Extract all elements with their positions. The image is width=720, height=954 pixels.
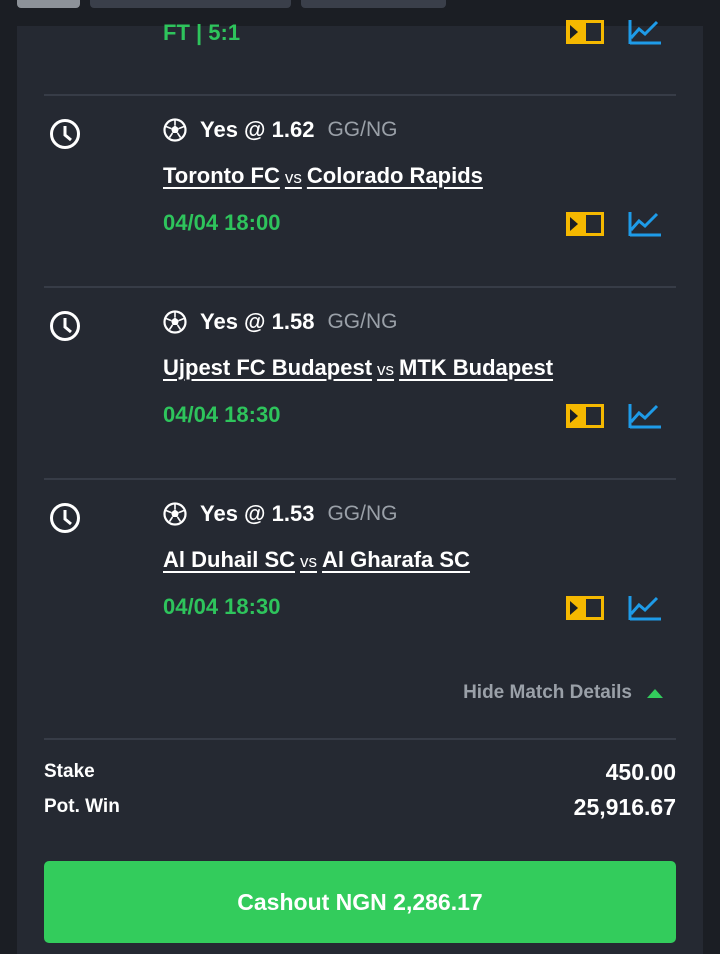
- stats-icon[interactable]: [627, 592, 663, 622]
- vs-label: vs: [300, 552, 318, 571]
- match-datetime: 04/04 18:30: [163, 402, 281, 427]
- away-team: Colorado Rapids: [306, 163, 483, 188]
- divider: [44, 286, 676, 288]
- clock-icon: [50, 311, 80, 341]
- market-label: GG/NG: [327, 118, 398, 141]
- stats-icon[interactable]: [627, 208, 663, 238]
- caret-up-icon: [647, 689, 663, 698]
- pick-label: Yes @ 1.58: [200, 309, 315, 334]
- home-team: Ujpest FC Budapest: [163, 355, 373, 380]
- market-label: GG/NG: [327, 502, 398, 525]
- match-link[interactable]: Al Duhail SC vs Al Gharafa SC: [163, 547, 470, 577]
- pick-label: Yes @ 1.62: [200, 117, 315, 142]
- divider: [44, 94, 676, 96]
- pot-win-label: Pot. Win: [44, 796, 120, 817]
- market-label: GG/NG: [327, 310, 398, 333]
- tab-stub-1[interactable]: [17, 0, 80, 8]
- away-team: MTK Budapest: [399, 355, 554, 380]
- live-tv-icon[interactable]: [566, 596, 604, 620]
- match-link[interactable]: Toronto FC vs Colorado Rapids: [163, 163, 483, 193]
- live-tv-icon[interactable]: [566, 20, 604, 44]
- away-team: Al Gharafa SC: [322, 547, 470, 572]
- match-datetime: 04/04 18:00: [163, 210, 281, 235]
- match-link[interactable]: Ujpest FC Budapest vs MTK Budapest: [163, 355, 553, 385]
- vs-label: vs: [284, 168, 302, 187]
- match-result: FT | 5:1: [163, 20, 241, 45]
- pot-win-value: 25,916.67: [573, 794, 676, 820]
- divider: [44, 738, 676, 740]
- home-team: Toronto FC: [163, 163, 280, 188]
- pick-label: Yes @ 1.53: [200, 501, 315, 526]
- clock-icon: [50, 119, 80, 149]
- top-tab-bar: [0, 0, 720, 26]
- vs-label: vs: [377, 360, 395, 379]
- live-tv-icon[interactable]: [566, 404, 604, 428]
- stake-label: Stake: [44, 761, 95, 782]
- divider: [44, 478, 676, 480]
- stats-icon[interactable]: [627, 16, 663, 46]
- cashout-button[interactable]: Cashout NGN 2,286.17: [44, 861, 676, 943]
- clock-icon: [50, 503, 80, 533]
- tab-stub-3[interactable]: [301, 0, 446, 8]
- soccer-ball-icon: [163, 118, 187, 142]
- match-datetime: 04/04 18:30: [163, 594, 281, 619]
- hide-match-details-toggle[interactable]: Hide Match Details: [463, 682, 664, 704]
- tab-stub-2[interactable]: [90, 0, 291, 8]
- hide-match-details-label: Hide Match Details: [463, 682, 632, 703]
- stake-value: 450.00: [605, 759, 676, 785]
- stats-icon[interactable]: [627, 400, 663, 430]
- soccer-ball-icon: [163, 502, 187, 526]
- home-team: Al Duhail SC: [163, 547, 296, 572]
- soccer-ball-icon: [163, 310, 187, 334]
- live-tv-icon[interactable]: [566, 212, 604, 236]
